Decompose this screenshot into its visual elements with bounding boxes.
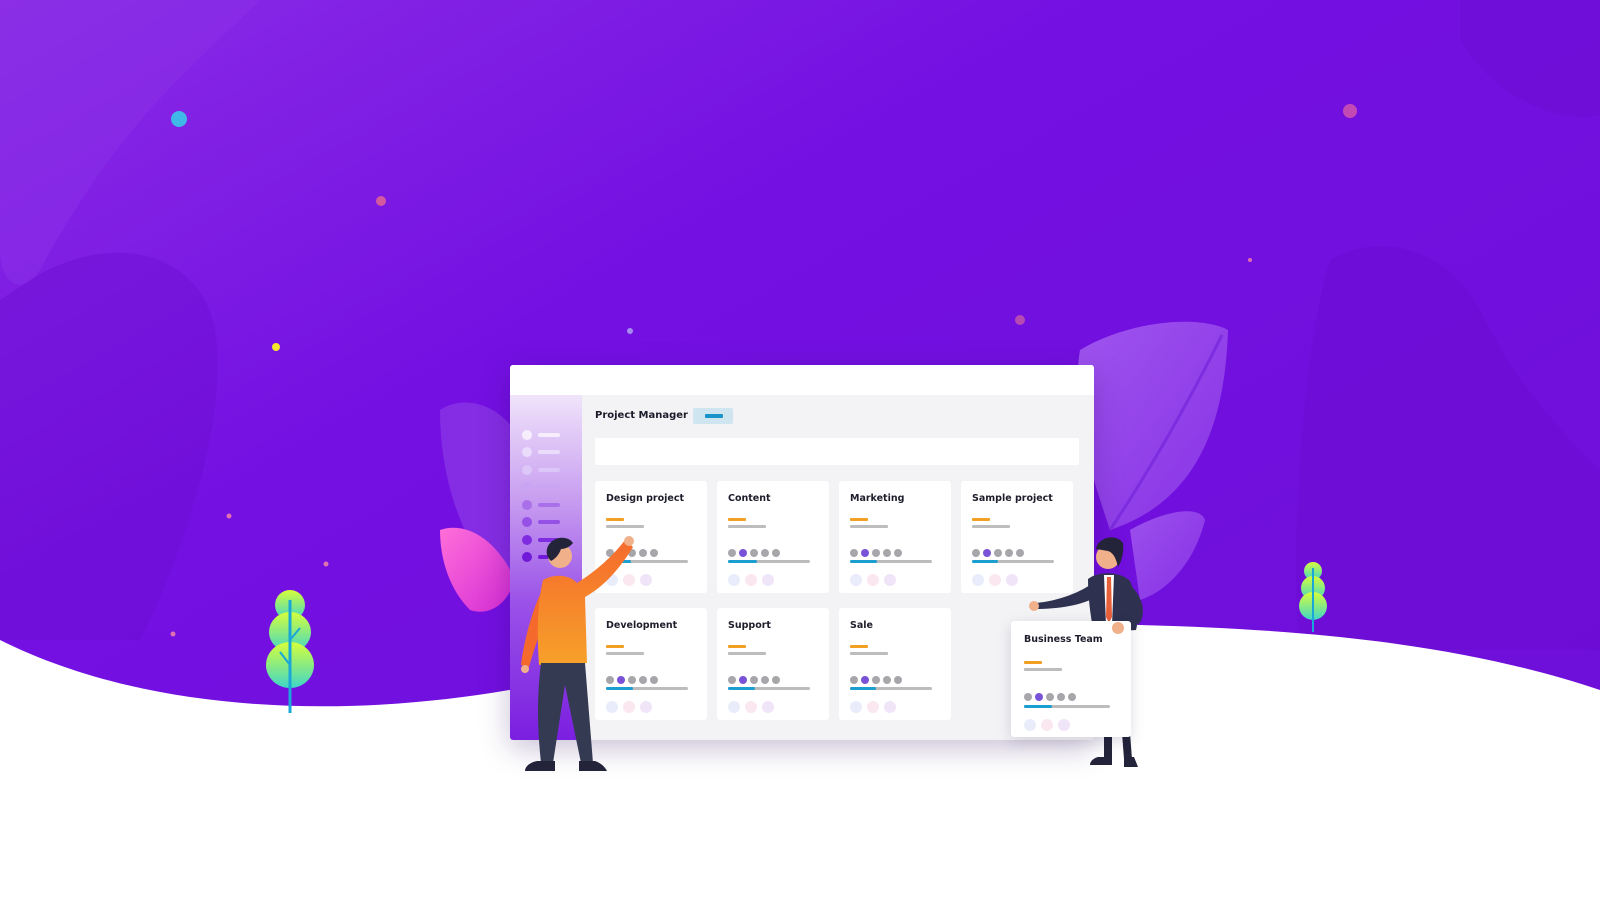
avatar-circles	[850, 698, 901, 717]
tab-chip[interactable]	[693, 408, 733, 424]
avatar-circles	[728, 698, 779, 717]
member-dots	[972, 542, 1027, 557]
project-card-title: Design project	[606, 493, 684, 504]
avatar-circles	[1024, 716, 1075, 735]
project-card-title: Support	[728, 620, 771, 631]
project-card-title: Content	[728, 493, 771, 504]
member-dots	[728, 542, 783, 557]
member-dots	[728, 669, 783, 684]
project-card-support[interactable]: Support	[717, 608, 829, 720]
progress-bar	[850, 687, 932, 690]
window-titlebar	[510, 365, 1094, 395]
progress-bar	[728, 687, 810, 690]
avatar-circles	[728, 571, 779, 590]
project-card-title: Marketing	[850, 493, 905, 504]
project-card-title: Sample project	[972, 493, 1053, 504]
project-card-title: Sale	[850, 620, 873, 631]
project-card-marketing[interactable]: Marketing	[839, 481, 951, 593]
sidebar-item[interactable]	[522, 517, 570, 527]
hand-icon	[1112, 622, 1124, 634]
member-dots	[850, 669, 905, 684]
sidebar-item[interactable]	[522, 500, 570, 510]
person-pointing-icon	[521, 536, 634, 771]
progress-bar	[728, 560, 810, 563]
sidebar-item[interactable]	[522, 465, 570, 475]
project-card-content[interactable]: Content	[717, 481, 829, 593]
business-team-title: Business Team	[1024, 634, 1103, 645]
progress-bar	[850, 560, 932, 563]
member-dots	[1024, 686, 1079, 701]
sidebar-item[interactable]	[522, 447, 570, 457]
avatar-circles	[972, 571, 1023, 590]
member-dots	[850, 542, 905, 557]
sidebar-item[interactable]	[522, 430, 570, 440]
app-title: Project Manager	[595, 410, 688, 421]
search-bar[interactable]	[595, 438, 1079, 465]
avatar-circles	[850, 571, 901, 590]
project-card-sale[interactable]: Sale	[839, 608, 951, 720]
sidebar-item[interactable]	[522, 482, 570, 492]
progress-bar	[1024, 705, 1110, 708]
